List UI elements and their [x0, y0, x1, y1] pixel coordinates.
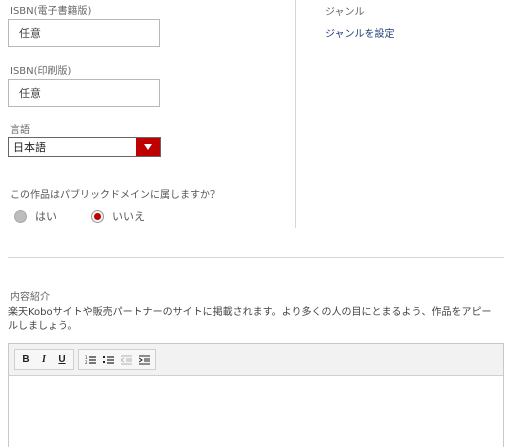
numbered-list-icon[interactable]: 1 2 [81, 352, 99, 368]
editor-toolbar: B I U 1 2 [9, 344, 503, 376]
isbn-print-value: 任意 [19, 87, 41, 100]
description-editor: B I U 1 2 [8, 343, 504, 447]
radio-label-no: いいえ [112, 210, 145, 223]
section-divider [8, 257, 504, 258]
radio-button-yes[interactable] [14, 209, 27, 223]
language-select-value: 日本語 [13, 141, 46, 154]
isbn-ebook-field[interactable]: 任意 [8, 19, 160, 47]
isbn-print-label: ISBN(印刷版) [10, 66, 72, 77]
radio-option-no[interactable]: いいえ [91, 208, 145, 224]
chevron-down-icon[interactable] [136, 138, 160, 156]
set-genre-link[interactable]: ジャンルを設定 [325, 25, 395, 40]
underline-button[interactable]: U [53, 352, 71, 368]
svg-text:2: 2 [85, 360, 88, 365]
genre-label: ジャンル [325, 7, 365, 18]
isbn-ebook-label: ISBN(電子書籍版) [10, 6, 92, 17]
isbn-print-field[interactable]: 任意 [8, 79, 160, 107]
description-help-text: 楽天Koboサイトや販売パートナーのサイトに掲載されます。より多くの人の目にとま… [8, 307, 492, 332]
language-select[interactable]: 日本語 [8, 137, 161, 157]
radio-label-yes: はい [35, 210, 57, 223]
indent-icon[interactable] [135, 352, 153, 368]
description-label: 内容紹介 [10, 292, 50, 303]
format-button-group: B I U [14, 349, 74, 370]
language-label: 言語 [10, 125, 30, 136]
isbn-ebook-value: 任意 [19, 27, 41, 40]
radio-button-no[interactable] [91, 209, 104, 223]
bold-button[interactable]: B [17, 352, 35, 368]
radio-option-yes[interactable]: はい [14, 208, 57, 224]
public-domain-question: この作品はパブリックドメインに属しますか？ [10, 190, 220, 201]
outdent-icon[interactable] [117, 352, 135, 368]
bulleted-list-icon[interactable] [99, 352, 117, 368]
italic-button[interactable]: I [35, 352, 53, 368]
editor-content-area[interactable] [9, 376, 503, 447]
book-details-form: ISBN(電子書籍版) 任意 ISBN(印刷版) 任意 言語 日本語 この作品は… [0, 0, 510, 447]
column-divider [295, 0, 296, 228]
list-button-group: 1 2 [78, 349, 156, 370]
